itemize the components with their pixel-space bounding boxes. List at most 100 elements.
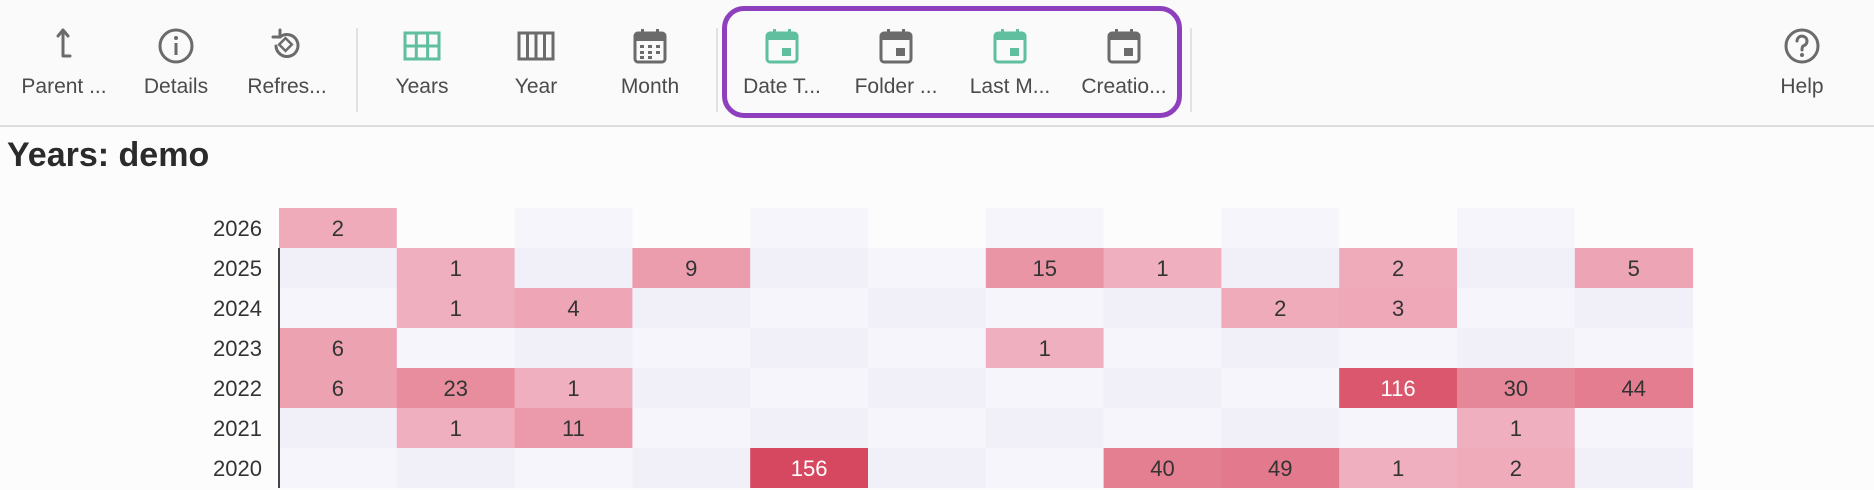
heatmap-cell — [868, 448, 987, 488]
heatmap-cell — [1103, 408, 1222, 448]
cell-value: 2 — [1274, 296, 1286, 321]
row-label: 2023 — [213, 336, 262, 361]
heatmap-cell — [1574, 328, 1694, 368]
row-label: 2020 — [213, 456, 262, 481]
arrow-up-icon — [56, 28, 72, 58]
heatmap-cell — [632, 448, 751, 488]
heatmap-cell — [1103, 208, 1222, 248]
cell-value: 1 — [450, 416, 462, 441]
heatmap-cell — [1103, 328, 1222, 368]
heatmap-cell — [868, 288, 987, 328]
heatmap-cell — [868, 408, 987, 448]
heatmap-cell — [868, 248, 987, 288]
toolbar-separator — [356, 28, 358, 112]
heatmap-cell — [1457, 288, 1576, 328]
heatmap-cell — [1103, 288, 1222, 328]
heatmap-cell — [1339, 328, 1458, 368]
parent-button[interactable]: Parent ... — [8, 26, 120, 112]
details-button-label: Details — [143, 75, 209, 98]
heatmap-cell — [985, 448, 1105, 488]
row-label: 2024 — [213, 296, 262, 321]
heatmap-cell — [279, 408, 398, 448]
year-view-button[interactable]: Year — [480, 26, 592, 112]
cell-value: 116 — [1381, 376, 1416, 401]
heatmap-cell — [514, 208, 633, 248]
heatmap-cell — [396, 328, 516, 368]
heatmap-cell — [985, 288, 1105, 328]
heatmap-cell — [985, 408, 1105, 448]
cell-value: 6 — [332, 376, 344, 401]
heatmap-cell — [514, 448, 633, 488]
heatmap-cell — [1339, 208, 1458, 248]
heatmap-cell — [632, 328, 751, 368]
years-view-button[interactable]: Years — [366, 26, 478, 112]
heatmap-cell — [1574, 448, 1694, 488]
heatmap-cell — [868, 208, 987, 248]
date-source-highlight — [722, 6, 1182, 118]
grid-icon — [403, 31, 441, 61]
heatmap-cell — [514, 248, 633, 288]
cell-value: 49 — [1268, 456, 1292, 481]
heatmap-cell — [985, 368, 1105, 408]
toolbar-separator — [716, 28, 718, 112]
cell-value: 1 — [1510, 416, 1522, 441]
heatmap-cell — [750, 368, 869, 408]
heatmap-cell — [1103, 368, 1222, 408]
heatmap-cell — [1221, 368, 1340, 408]
heatmap-cell — [1457, 208, 1576, 248]
year-view-label: Year — [514, 75, 558, 98]
info-icon — [158, 28, 194, 64]
heatmap-cell — [396, 208, 516, 248]
cell-value: 9 — [685, 256, 697, 281]
years-heatmap: 2026 22025 1 9 15 1 2 52024 1 4 2 32023 6 12022 6 23 1 11… — [213, 208, 1694, 488]
toolbar-separator — [1190, 28, 1192, 112]
help-icon — [1784, 28, 1820, 64]
details-button[interactable]: Details — [120, 26, 232, 112]
cell-value: 1 — [1039, 336, 1051, 361]
help-button[interactable]: Help — [1746, 26, 1858, 112]
heatmap-cell — [396, 448, 516, 488]
cell-value: 1 — [450, 256, 462, 281]
cell-value: 3 — [1392, 296, 1404, 321]
cell-value: 30 — [1504, 376, 1528, 401]
heatmap-cell — [514, 328, 633, 368]
heatmap-cell — [279, 448, 398, 488]
heatmap-cell — [1221, 408, 1340, 448]
heatmap-cell — [279, 248, 398, 288]
heatmap-cell — [1574, 288, 1694, 328]
calendar-icon — [633, 29, 667, 64]
heatmap-cell — [1457, 328, 1576, 368]
cell-value: 2 — [1510, 456, 1522, 481]
heatmap-cell — [750, 208, 869, 248]
month-view-label: Month — [620, 75, 680, 98]
cell-value: 1 — [1156, 256, 1168, 281]
page-title: Years: demo — [7, 136, 210, 174]
columns-icon — [517, 31, 555, 61]
row-label: 2021 — [213, 416, 262, 441]
cell-value: 44 — [1621, 376, 1645, 401]
cell-value: 15 — [1032, 256, 1056, 281]
cell-value: 1 — [1392, 456, 1404, 481]
row-label: 2025 — [213, 256, 262, 281]
heatmap-cell — [1339, 408, 1458, 448]
heatmap-cell — [1221, 208, 1340, 248]
refresh-button[interactable]: Refres... — [231, 26, 343, 112]
cell-value: 156 — [791, 456, 828, 481]
cell-value: 2 — [332, 216, 344, 241]
cell-value: 6 — [332, 336, 344, 361]
heatmap-cell — [632, 368, 751, 408]
cell-value: 23 — [443, 376, 467, 401]
refresh-icon — [271, 28, 300, 58]
row-label: 2022 — [213, 376, 262, 401]
heatmap-cell — [750, 328, 869, 368]
heatmap-cell — [632, 288, 751, 328]
month-view-button[interactable]: Month — [594, 26, 706, 112]
cell-value: 11 — [562, 416, 585, 441]
cell-value: 2 — [1392, 256, 1404, 281]
heatmap-cell — [1221, 248, 1340, 288]
cell-value: 1 — [567, 376, 579, 401]
heatmap-cell — [985, 208, 1105, 248]
heatmap-cell — [1221, 328, 1340, 368]
heatmap-cell — [1574, 408, 1694, 448]
years-view-label: Years — [395, 75, 449, 98]
